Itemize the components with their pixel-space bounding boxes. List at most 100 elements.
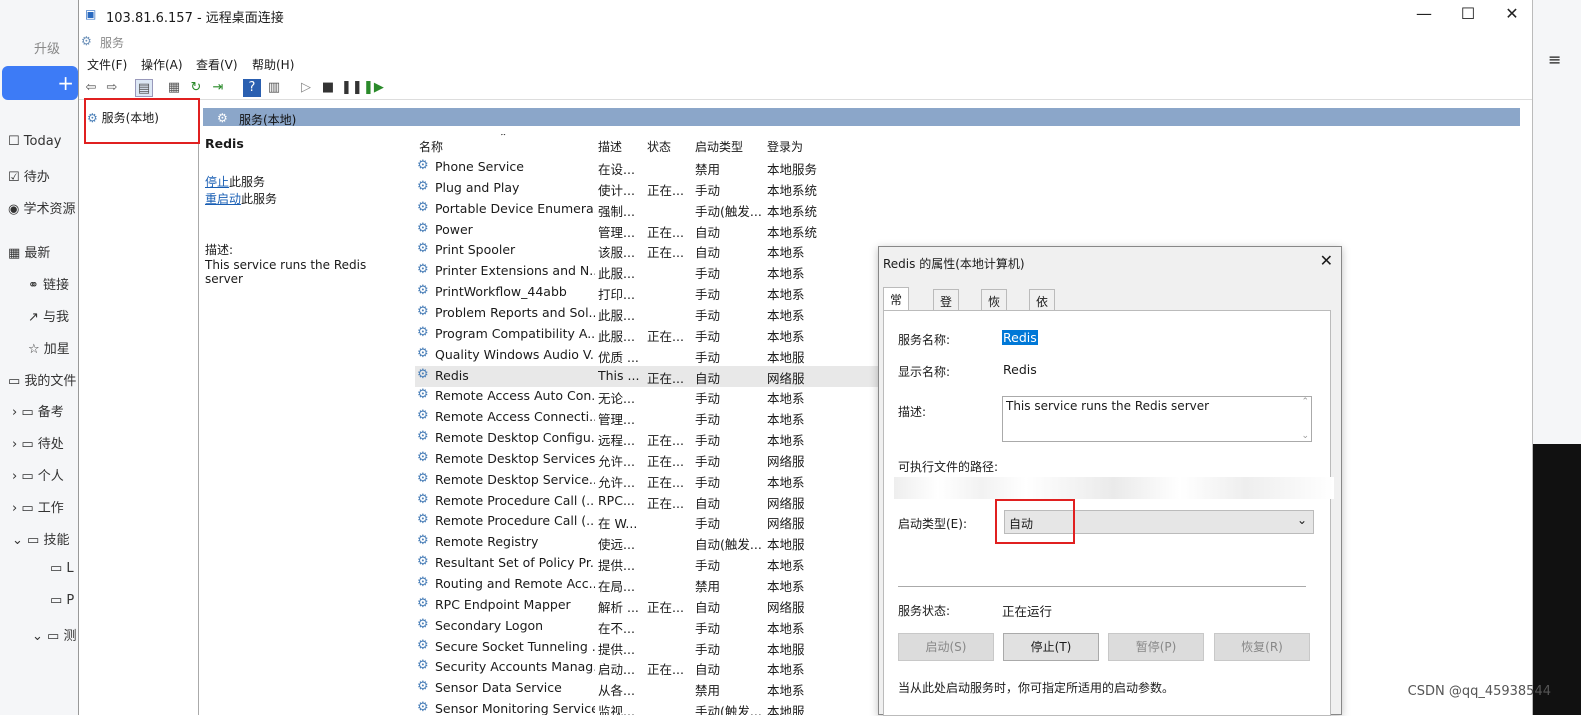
cell-desc: 管理... <box>598 224 635 240</box>
start-button[interactable]: 启动(S) <box>898 633 994 661</box>
minimize-button[interactable]: — <box>1412 4 1436 26</box>
cell-status: 正在... <box>647 599 684 615</box>
cell-logon: 本地系 <box>767 662 805 678</box>
cell-start: 手动 <box>695 412 721 428</box>
properties-icon[interactable]: ▦ <box>165 79 183 97</box>
cell-logon: 网络服 <box>767 516 805 532</box>
cell-start: 手动 <box>695 307 721 323</box>
gear-icon: ⚙ <box>417 304 429 319</box>
services-header-bar: 服务(本地) ⚙ <box>203 108 1520 127</box>
cell-name: Plug and Play <box>435 179 520 195</box>
menu-action[interactable]: 操作(A) <box>141 56 183 73</box>
gear-icon: ⚙ <box>417 513 429 528</box>
gear-icon: ⚙ <box>417 430 429 445</box>
display-name-value[interactable]: Redis <box>1003 362 1037 377</box>
close-button[interactable]: ✕ <box>1500 4 1524 26</box>
tab-logon[interactable]: 登录 <box>933 289 960 326</box>
cell-start: 禁用 <box>695 683 721 699</box>
cell-desc: 提供... <box>598 558 635 574</box>
scroll-down-icon[interactable]: ⌄ <box>1301 431 1309 441</box>
menu-help[interactable]: 帮助(H) <box>252 56 294 73</box>
cell-name: Security Accounts Manag... <box>435 659 595 675</box>
sort-icon[interactable]: ≡ <box>1548 50 1561 69</box>
cell-logon: 本地系 <box>767 266 805 282</box>
console-tree-icon[interactable]: ▤ <box>135 79 153 97</box>
col-logon[interactable]: 登录为 <box>767 138 803 155</box>
stop-service-link[interactable]: 停止 <box>205 175 229 189</box>
bg-folder-2[interactable]: › ▭ 待处 <box>12 433 84 452</box>
tab-general[interactable]: 常规 <box>883 287 910 324</box>
restart-service-link[interactable]: 重启动 <box>205 192 241 206</box>
cell-desc: 从各... <box>598 683 635 699</box>
cell-start: 自动 <box>695 495 721 511</box>
help-icon[interactable]: ? <box>243 79 261 97</box>
col-desc[interactable]: 描述 <box>598 138 622 155</box>
gear-icon: ⚙ <box>417 346 429 361</box>
table-row[interactable]: ⚙ Portable Device Enumera... 强制... 手动(触发...… <box>415 199 975 220</box>
desc-textarea[interactable]: This service runs the Redis server ⌃ ⌄ <box>1002 396 1312 442</box>
resume-button[interactable]: 恢复(R) <box>1214 633 1310 661</box>
bg-recent[interactable]: ▦ 最新 <box>8 242 80 261</box>
cell-logon: 本地系 <box>767 683 805 699</box>
cell-desc: RPC... <box>598 492 635 508</box>
cell-desc: 提供... <box>598 641 635 657</box>
table-row[interactable]: ⚙ Power 管理... 正在... 自动 本地系统 <box>415 220 975 241</box>
cell-desc: 允许... <box>598 453 635 469</box>
stop-icon[interactable]: ■ <box>319 79 337 97</box>
cell-logon: 本地系 <box>767 620 805 636</box>
tab-recovery[interactable]: 恢复 <box>981 289 1008 326</box>
table-row[interactable]: ⚙ Plug and Play 使计... 正在... 手动 本地系统 <box>415 178 975 199</box>
svc-name-value[interactable]: Redis <box>1002 330 1038 345</box>
menu-file[interactable]: 文件(F) <box>87 56 127 73</box>
restart-icon[interactable]: ❚▶ <box>363 79 384 97</box>
back-icon[interactable]: ⇦ <box>82 79 100 97</box>
chevron-down-icon: ⌄ <box>1296 513 1307 527</box>
gear-icon: ⚙ <box>417 450 429 465</box>
gear-icon: ⚙ <box>417 617 429 632</box>
pause-button[interactable]: 暂停(P) <box>1108 633 1204 661</box>
cell-desc: 解析 ... <box>598 599 639 615</box>
bg-folder-3[interactable]: › ▭ 个人 <box>12 465 84 484</box>
export-icon[interactable]: ⇥ <box>209 79 227 97</box>
col-status[interactable]: 状态 <box>647 138 671 155</box>
bg-today[interactable]: ☐ Today <box>8 134 80 149</box>
stop-button[interactable]: 停止(T) <box>1003 633 1099 661</box>
bg-academic[interactable]: ◉ 学术资源 <box>8 198 80 217</box>
cell-desc: 在局... <box>598 579 635 594</box>
cell-logon: 本地服 <box>767 641 805 657</box>
cell-logon: 网络服 <box>767 599 805 615</box>
cell-desc: 允许... <box>598 474 635 490</box>
cell-name: Printer Extensions and N... <box>435 263 595 279</box>
tab-dependencies[interactable]: 依存关系 <box>1029 289 1056 360</box>
maximize-button[interactable]: ☐ <box>1456 4 1480 26</box>
refresh-icon[interactable]: ↻ <box>187 79 205 97</box>
table-row[interactable]: ⚙ Phone Service 在设... 禁用 本地服务 <box>415 157 975 178</box>
forward-icon[interactable]: ⇨ <box>103 79 121 97</box>
menu-view[interactable]: 查看(V) <box>196 56 238 73</box>
col-name[interactable]: 名称 <box>419 138 443 155</box>
pause-icon[interactable]: ❚❚ <box>341 79 363 97</box>
cell-status: 正在... <box>647 245 684 261</box>
bg-folder-1[interactable]: › ▭ 备考 <box>12 401 84 420</box>
menubar: 文件(F) 操作(A) 查看(V) 帮助(H) <box>79 54 1532 74</box>
bg-new-button[interactable]: + <box>2 66 78 100</box>
bg-myfiles[interactable]: ▭ 我的文件 <box>8 370 80 389</box>
cell-name: Secure Socket Tunneling ... <box>435 638 595 654</box>
stop-suffix: 此服务 <box>229 175 266 189</box>
bg-folder-5[interactable]: ⌄ ▭ 技能 <box>12 529 84 548</box>
gear-icon: ⚙ <box>417 701 429 715</box>
show-hide-icon[interactable]: ▥ <box>265 79 283 97</box>
gear-icon: ⚙ <box>417 638 429 653</box>
scroll-up-icon[interactable]: ⌃ <box>1301 397 1309 407</box>
cell-desc: 在不... <box>598 620 635 636</box>
cell-start: 手动 <box>695 328 721 344</box>
col-start-type[interactable]: 启动类型 <box>695 138 743 155</box>
dialog-close-button[interactable]: ✕ <box>1320 251 1333 270</box>
gear-icon: ⚙ <box>81 34 92 48</box>
cell-logon: 本地系 <box>767 579 805 594</box>
gear-icon: ⚙ <box>417 680 429 695</box>
bg-todo[interactable]: ☑ 待办 <box>8 166 80 185</box>
start-icon[interactable]: ▷ <box>297 79 315 97</box>
cell-status: 正在... <box>647 474 684 490</box>
bg-folder-4[interactable]: › ▭ 工作 <box>12 497 84 516</box>
